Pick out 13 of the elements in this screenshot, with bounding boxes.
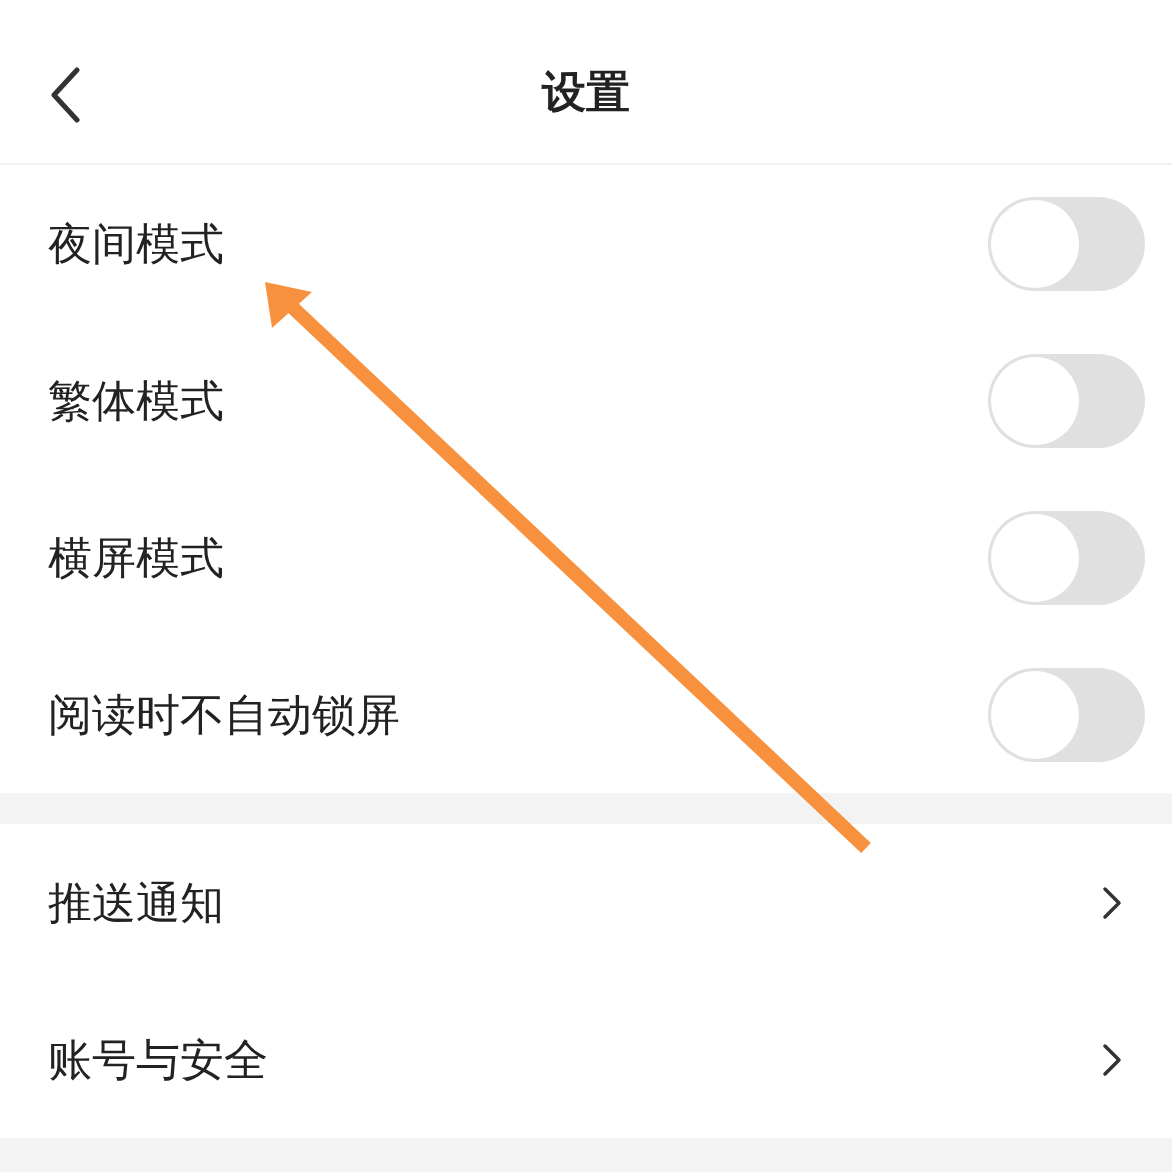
setting-label: 推送通知 bbox=[48, 875, 224, 930]
settings-link-row[interactable]: 账号与安全 bbox=[0, 981, 1172, 1138]
setting-label: 阅读时不自动锁屏 bbox=[48, 687, 400, 742]
setting-label: 账号与安全 bbox=[48, 1032, 268, 1087]
page-title: 设置 bbox=[542, 64, 630, 119]
setting-label: 横屏模式 bbox=[48, 530, 224, 585]
setting-label: 繁体模式 bbox=[48, 373, 224, 428]
chevron-right-icon bbox=[1102, 1042, 1122, 1077]
settings-link-row[interactable]: 推送通知 bbox=[0, 824, 1172, 981]
setting-label: 夜间模式 bbox=[48, 216, 224, 271]
back-icon bbox=[50, 67, 80, 123]
chevron-right-icon bbox=[1102, 885, 1122, 920]
back-button[interactable] bbox=[48, 65, 82, 125]
